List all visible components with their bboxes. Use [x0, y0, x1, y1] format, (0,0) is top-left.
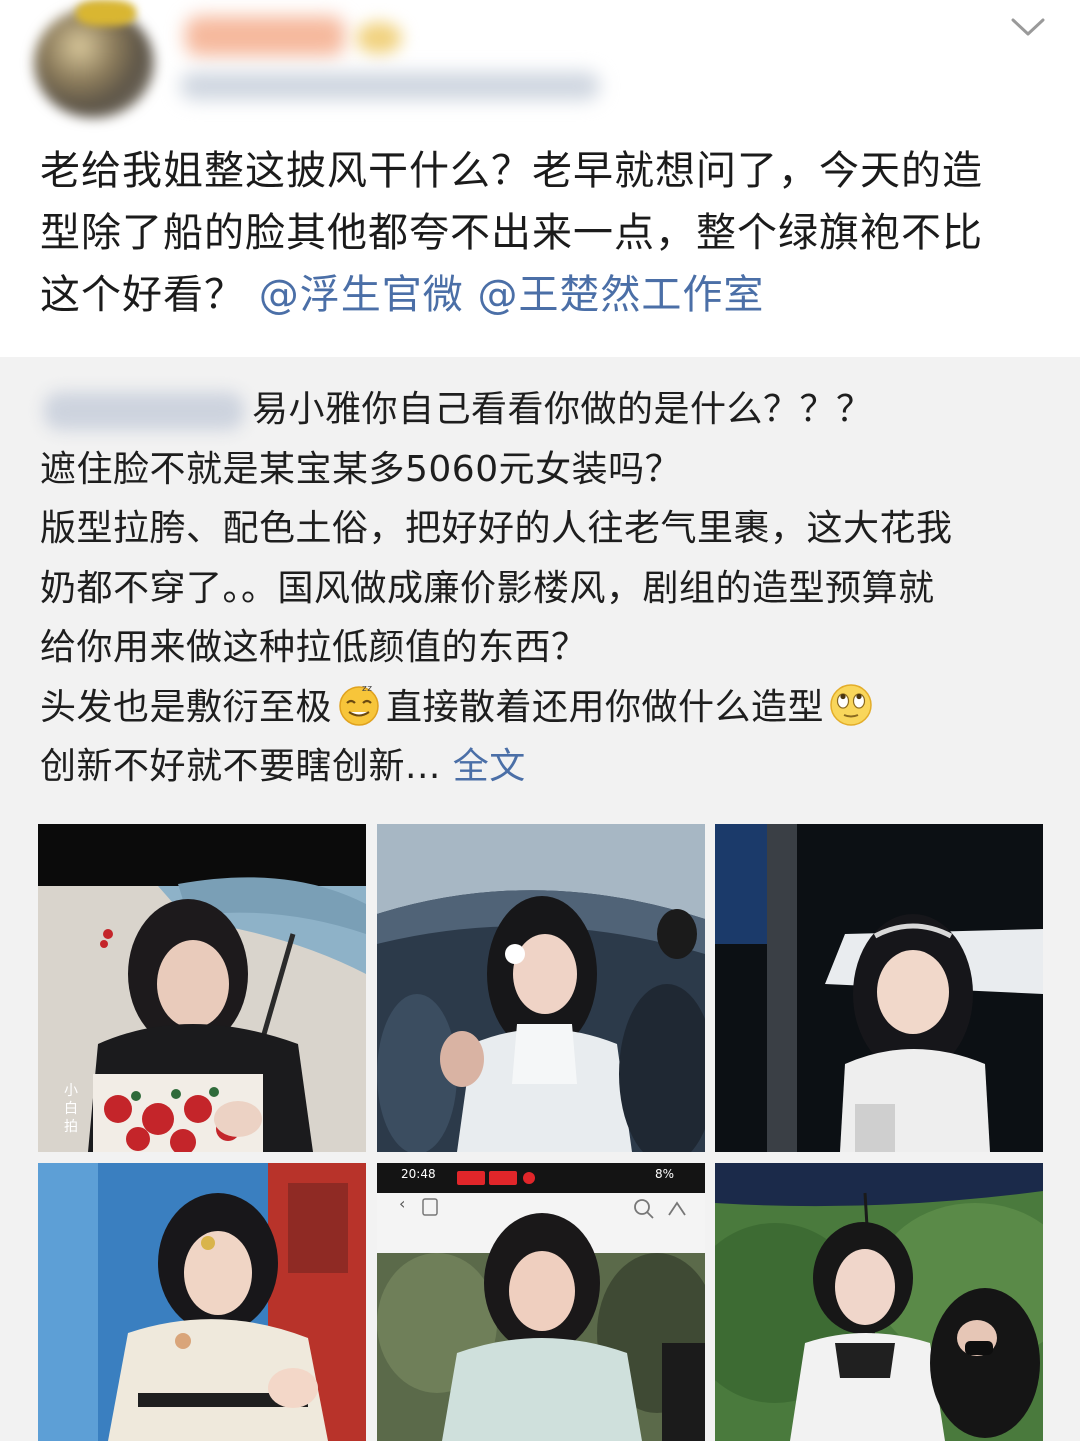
- avatar-decoration: [76, 0, 136, 26]
- repost-text-line: 创新不好就不要瞎创新... 全文: [40, 737, 1050, 797]
- photo-thumbnail[interactable]: [38, 1163, 366, 1441]
- repost-text-line: 版型拉胯、配色土俗，把好好的人往老气里裹，这大花我: [40, 508, 953, 549]
- photo-image: [715, 824, 1043, 1152]
- photo-image: [38, 1163, 366, 1441]
- post-text-fragment: 这个好看？: [40, 272, 245, 318]
- post-text-line: 老给我姐整这披风干什么？老早就想问了，今天的造: [40, 148, 983, 194]
- repost-text-line: 易小雅你自己看看你做的是什么？？？: [40, 380, 1050, 440]
- post-body: 老给我姐整这披风干什么？老早就想问了，今天的造 型除了船的脸其他都夸不出来一点，…: [40, 140, 1040, 326]
- repost-text-fragment: 直接散着还用你做什么造型: [386, 686, 825, 728]
- repost-text-fragment: 创新不好就不要瞎创新...: [40, 746, 441, 787]
- mention-link[interactable]: @王楚然工作室: [477, 272, 764, 318]
- repost-text-line: 奶都不穿了。。国风做成廉价影楼风，剧组的造型预算就: [40, 567, 935, 609]
- photo-image: [715, 1163, 1043, 1441]
- full-text-link[interactable]: 全文: [453, 746, 526, 787]
- repost-text-line: 头发也是敷衍至极 zz 直接散着还用你做什么造型: [40, 678, 1050, 738]
- mention-link[interactable]: @浮生官微: [259, 272, 464, 318]
- username-blurred[interactable]: [185, 16, 345, 56]
- photo-thumbnail[interactable]: ‹ 20:48 8%: [377, 1163, 705, 1441]
- rolling-eyes-emoji-icon: [830, 683, 872, 726]
- status-bar-battery: 8%: [655, 1167, 675, 1181]
- post-text-line: 这个好看？ @浮生官微 @王楚然工作室: [40, 264, 1040, 326]
- photo-thumbnail[interactable]: [715, 1163, 1043, 1441]
- photo-image: ‹: [377, 1163, 705, 1441]
- photo-watermark: 小白拍: [64, 1083, 78, 1135]
- repost-text-fragment: 易小雅你自己看看你做的是什么？？？: [252, 389, 873, 430]
- verified-badge-blurred: [356, 22, 402, 54]
- chevron-down-icon[interactable]: [1010, 14, 1046, 40]
- photo-image: [38, 824, 366, 1152]
- svg-text:zz: zz: [362, 684, 372, 694]
- repost-text-line: 遮住脸不就是某宝某多5060元女装吗？: [40, 448, 682, 490]
- photo-thumbnail[interactable]: 小白拍: [38, 824, 366, 1152]
- svg-text:‹: ‹: [399, 1194, 405, 1213]
- repost-body: 易小雅你自己看看你做的是什么？？？ 遮住脸不就是某宝某多5060元女装吗？ 版型…: [40, 380, 1050, 797]
- post-meta-blurred: [180, 72, 600, 100]
- photo-thumbnail[interactable]: [377, 824, 705, 1152]
- post-text-line: 型除了船的脸其他都夸不出来一点，整个绿旗袍不比: [40, 210, 983, 256]
- post-header: [0, 0, 1080, 130]
- repost-text-line: 给你用来做这种拉低颜值的东西？: [40, 627, 588, 668]
- photo-image: [377, 824, 705, 1152]
- repost-text-fragment: 头发也是敷衍至极: [40, 686, 333, 728]
- photo-thumbnail[interactable]: [715, 824, 1043, 1152]
- status-bar-time: 20:48: [401, 1167, 436, 1181]
- dizzy-face-emoji-icon: zz: [339, 684, 379, 726]
